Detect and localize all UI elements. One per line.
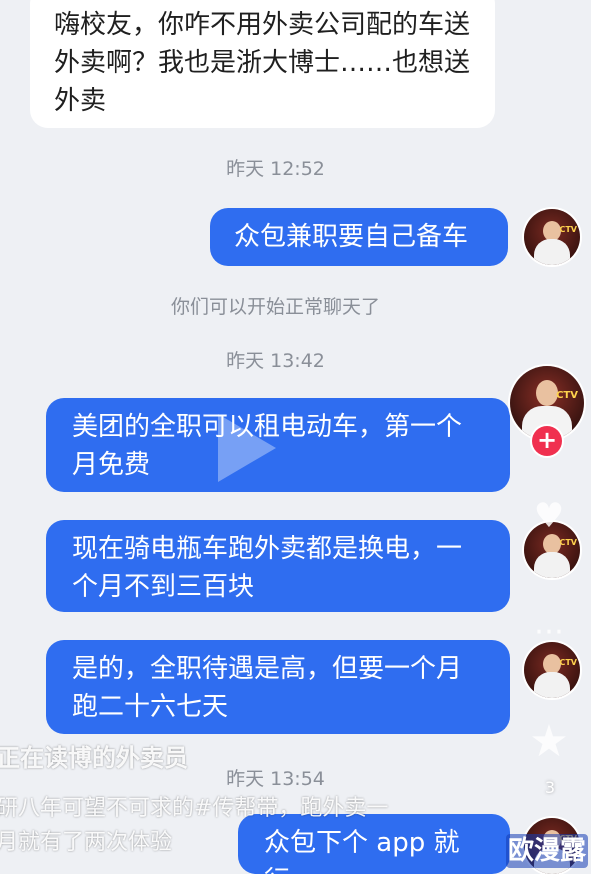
timestamp: 昨天 13:42	[226, 350, 325, 372]
outgoing-message-bubble[interactable]: 美团的全职可以租电动车，第一个月免费	[46, 398, 510, 492]
outgoing-message-bubble[interactable]: 众包下个 app 就行	[238, 814, 510, 874]
video-caption-line-2: 月就有了两次体验	[0, 830, 173, 855]
outgoing-message-bubble[interactable]: 众包兼职要自己备车	[210, 208, 508, 266]
system-note: 你们可以开始正常聊天了	[170, 296, 380, 318]
outgoing-message-bubble[interactable]: 现在骑电瓶车跑外卖都是换电，一个月不到三百块	[46, 520, 510, 612]
comment-icon[interactable]: ⋯	[525, 612, 573, 652]
follow-plus-icon[interactable]: +	[532, 426, 562, 456]
message-text: 众包兼职要自己备车	[234, 222, 469, 252]
message-text: 现在骑电瓶车跑外卖都是换电，一个月不到三百块	[72, 534, 463, 602]
watermark: 欧漫露	[506, 834, 588, 868]
star-icon[interactable]: ★	[525, 720, 573, 764]
video-caption-line-1: 研八年可望不可求的#传帮带，跑外卖一	[0, 796, 389, 821]
heart-icon[interactable]: ♥	[525, 496, 573, 536]
message-text: 是的，全职待遇是高，但要一个月跑二十六七天	[72, 654, 463, 722]
video-title: 正在读博的外卖员	[0, 744, 188, 772]
timestamp: 昨天 12:52	[226, 158, 325, 180]
outgoing-message-bubble[interactable]: 是的，全职待遇是高，但要一个月跑二十六七天	[46, 640, 510, 734]
user-avatar[interactable]: CTV	[524, 209, 580, 265]
message-text: 嗨校友，你咋不用外卖公司配的车送外卖啊？我也是浙大博士……也想送外卖	[54, 10, 471, 116]
incoming-message-bubble[interactable]: 嗨校友，你咋不用外卖公司配的车送外卖啊？我也是浙大博士……也想送外卖	[30, 0, 495, 128]
play-icon[interactable]	[218, 414, 276, 482]
star-count: 3	[544, 778, 556, 797]
message-text: 众包下个 app 就行	[264, 828, 460, 874]
